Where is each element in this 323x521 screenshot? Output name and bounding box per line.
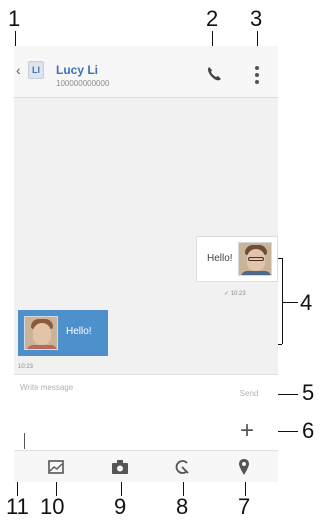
- message-input[interactable]: [14, 375, 222, 451]
- gallery-button[interactable]: [46, 457, 66, 477]
- callout-9: 9: [114, 494, 127, 519]
- camera-button[interactable]: [110, 457, 130, 477]
- callout-11: 11: [6, 494, 29, 519]
- my-photo: [24, 316, 58, 350]
- leader-line-4-bracket: [282, 258, 283, 344]
- incoming-message-text: Hello!: [207, 253, 233, 264]
- callout-7: 7: [238, 494, 251, 519]
- conversation-header: ‹ Ll Lucy Li 100000000000: [14, 46, 278, 98]
- message-composer: Send +: [14, 374, 278, 451]
- gallery-icon: [48, 460, 64, 474]
- back-chevron-icon: ‹: [16, 62, 21, 78]
- overflow-menu-button[interactable]: [250, 64, 264, 86]
- leader-line-4: [282, 302, 298, 303]
- callout-8: 8: [176, 494, 189, 519]
- contact-avatar: Ll: [28, 61, 44, 79]
- send-button[interactable]: Send: [224, 383, 274, 405]
- text-cursor: [24, 433, 25, 449]
- callout-4: 4: [300, 290, 313, 315]
- sketch-button[interactable]: [172, 457, 192, 477]
- call-button[interactable]: [204, 64, 224, 84]
- outgoing-message-timestamp: 10:23: [18, 364, 34, 370]
- add-attachment-button[interactable]: +: [232, 419, 262, 445]
- location-icon: [239, 459, 249, 475]
- callout-10: 10: [40, 494, 65, 519]
- contact-number: 100000000000: [56, 79, 110, 88]
- callout-5: 5: [302, 380, 315, 405]
- attachment-bar: [14, 450, 278, 482]
- sketch-icon: [175, 460, 189, 474]
- sender-photo: [238, 242, 272, 276]
- callout-1: 1: [8, 6, 21, 31]
- incoming-message-timestamp: ✓ 10:23: [224, 291, 246, 297]
- callout-2: 2: [206, 6, 219, 31]
- callout-6: 6: [302, 418, 315, 443]
- phone-icon: [208, 67, 221, 81]
- outgoing-message-text: Hello!: [66, 326, 92, 337]
- callout-3: 3: [250, 6, 263, 31]
- contact-name: Lucy Li: [56, 63, 99, 77]
- back-button[interactable]: ‹ Ll: [16, 60, 46, 82]
- camera-icon: [112, 460, 128, 474]
- messaging-screen: ‹ Ll Lucy Li 100000000000 Hello! ✓ 10:23…: [14, 46, 278, 482]
- location-button[interactable]: [234, 457, 254, 477]
